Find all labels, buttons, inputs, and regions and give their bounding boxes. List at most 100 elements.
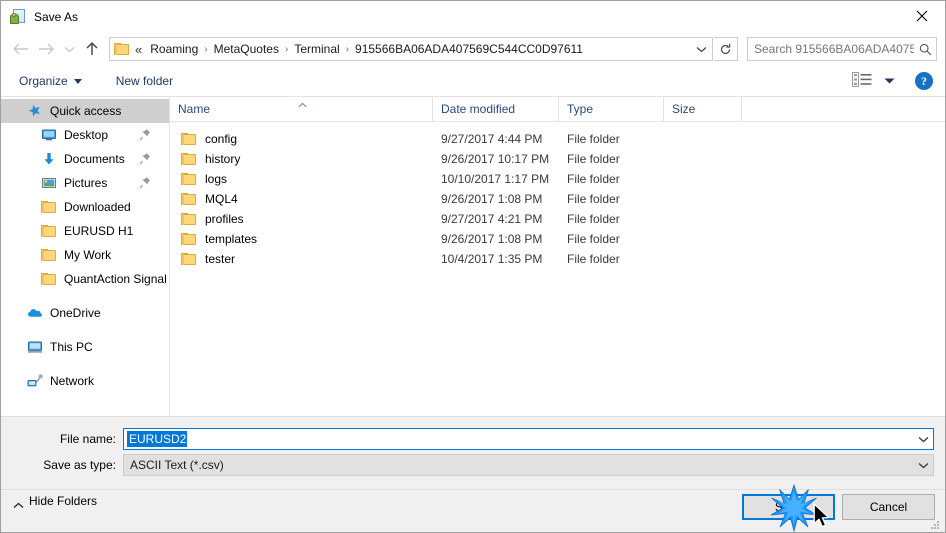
table-row[interactable]: MQL4 9/26/2017 1:08 PM File folder [170, 189, 945, 209]
navigation-pane: Quick access Desktop Documents Pictures … [1, 97, 170, 416]
file-type-cell: File folder [567, 232, 620, 246]
new-folder-button[interactable]: New folder [108, 66, 181, 96]
save-as-dialog: Save As « Roaming › MetaQuotes › Termina… [0, 0, 946, 533]
search-input[interactable]: Search 915566BA06ADA40756... [747, 37, 937, 61]
file-date-cell: 9/26/2017 10:17 PM [441, 152, 550, 166]
file-date-cell: 9/27/2017 4:21 PM [441, 212, 543, 226]
desktop-icon [41, 127, 57, 143]
sidebar-item-label: This PC [50, 340, 93, 354]
toolbar-right-group: ? [852, 72, 945, 90]
chevron-down-icon [73, 78, 82, 84]
column-header-name[interactable]: Name [170, 97, 433, 121]
organize-button[interactable]: Organize [11, 66, 90, 96]
pin-icon[interactable] [139, 128, 151, 141]
arrow-left-icon[interactable] [7, 36, 33, 62]
folder-icon [41, 247, 57, 263]
file-type-cell: File folder [567, 212, 620, 226]
file-type-cell: File folder [567, 172, 620, 186]
sidebar-item-eurusd-h1[interactable]: EURUSD H1 [1, 219, 169, 243]
breadcrumb-item-terminal-id[interactable]: 915566BA06ADA407569C544CC0D97611 [350, 42, 588, 56]
column-header-label: Name [178, 102, 211, 116]
sidebar-item-network[interactable]: Network [1, 369, 169, 393]
folder-icon [181, 232, 197, 246]
view-options-icon[interactable] [852, 72, 872, 90]
column-header-date-modified[interactable]: Date modified [433, 97, 559, 121]
sidebar-item-pictures[interactable]: Pictures [1, 171, 169, 195]
save-label: Save [774, 500, 803, 514]
documents-download-icon [41, 151, 57, 167]
view-options-caret-icon[interactable] [884, 74, 895, 88]
file-name-cell: config [170, 132, 433, 146]
column-header-label: Date modified [441, 102, 516, 116]
file-type-cell: File folder [567, 192, 620, 206]
address-bar[interactable]: « Roaming › MetaQuotes › Terminal › 9155… [109, 37, 713, 61]
sidebar-item-my-work[interactable]: My Work [1, 243, 169, 267]
breadcrumb-item-metaquotes[interactable]: MetaQuotes [209, 42, 284, 56]
sidebar-item-desktop[interactable]: Desktop [1, 123, 169, 147]
close-icon[interactable] [899, 1, 945, 31]
chevron-down-icon[interactable] [59, 36, 79, 62]
arrow-up-icon[interactable] [79, 36, 105, 62]
cancel-button[interactable]: Cancel [842, 494, 935, 520]
file-name-label: MQL4 [205, 192, 238, 206]
folder-icon [41, 223, 57, 239]
table-row[interactable]: tester 10/4/2017 1:35 PM File folder [170, 249, 945, 269]
table-row[interactable]: templates 9/26/2017 1:08 PM File folder [170, 229, 945, 249]
file-type-cell: File folder [567, 252, 620, 266]
sidebar-item-label: Pictures [64, 176, 108, 190]
file-date-cell: 9/27/2017 4:44 PM [441, 132, 543, 146]
file-list: Name Date modified Type Size config 9/27… [170, 97, 945, 416]
sidebar-item-onedrive[interactable]: OneDrive [1, 301, 169, 325]
hide-folders-button[interactable]: Hide Folders [13, 494, 97, 508]
table-row[interactable]: config 9/27/2017 4:44 PM File folder [170, 129, 945, 149]
pin-icon[interactable] [139, 152, 151, 165]
resize-grip-icon[interactable] [929, 519, 941, 531]
chevron-down-icon[interactable] [913, 455, 933, 475]
file-date-cell: 10/4/2017 1:35 PM [441, 252, 543, 266]
table-row[interactable]: logs 10/10/2017 1:17 PM File folder [170, 169, 945, 189]
onedrive-cloud-icon [27, 305, 43, 321]
sidebar-item-quantaction-signal[interactable]: QuantAction Signal [1, 267, 169, 291]
sidebar-item-documents[interactable]: Documents [1, 147, 169, 171]
chevron-down-icon[interactable] [913, 429, 933, 449]
save-button[interactable]: Save [742, 494, 835, 520]
breadcrumb-overflow[interactable]: « [132, 42, 145, 57]
refresh-icon[interactable] [714, 37, 738, 61]
new-folder-label: New folder [115, 74, 174, 88]
sidebar-item-quick-access[interactable]: Quick access [1, 99, 169, 123]
help-icon[interactable]: ? [915, 72, 933, 90]
sidebar-item-label: Desktop [64, 128, 109, 142]
breadcrumb-item-terminal[interactable]: Terminal [289, 42, 344, 56]
file-name-cell: history [170, 152, 433, 166]
file-date-cell: 9/26/2017 1:08 PM [441, 192, 543, 206]
folder-icon [181, 212, 197, 226]
chevron-down-icon[interactable] [690, 38, 712, 60]
sidebar-item-downloaded[interactable]: Downloaded [1, 195, 169, 219]
file-name-label: tester [205, 252, 236, 266]
pin-icon[interactable] [139, 176, 151, 189]
save-as-type-value: ASCII Text (*.csv) [130, 458, 224, 472]
file-name-input[interactable]: EURUSD2 [123, 428, 934, 450]
folder-icon [181, 252, 197, 266]
breadcrumb-item-roaming[interactable]: Roaming [145, 42, 203, 56]
network-icon [27, 373, 43, 389]
sidebar-item-label: My Work [64, 248, 112, 262]
folder-icon [181, 152, 197, 166]
this-pc-icon [27, 339, 43, 355]
column-header-size[interactable]: Size [664, 97, 742, 121]
table-row[interactable]: history 9/26/2017 10:17 PM File folder [170, 149, 945, 169]
search-icon[interactable] [914, 43, 936, 56]
sidebar-item-this-pc[interactable]: This PC [1, 335, 169, 359]
column-header-type[interactable]: Type [559, 97, 664, 121]
pictures-icon [41, 175, 57, 191]
cancel-label: Cancel [869, 500, 908, 514]
file-type-cell: File folder [567, 132, 620, 146]
save-as-type-select[interactable]: ASCII Text (*.csv) [123, 454, 934, 476]
table-row[interactable]: profiles 9/27/2017 4:21 PM File folder [170, 209, 945, 229]
file-date-cell: 9/26/2017 1:08 PM [441, 232, 543, 246]
arrow-right-icon[interactable] [33, 36, 59, 62]
save-as-icon [10, 8, 26, 25]
file-name-label: File name: [59, 432, 116, 446]
